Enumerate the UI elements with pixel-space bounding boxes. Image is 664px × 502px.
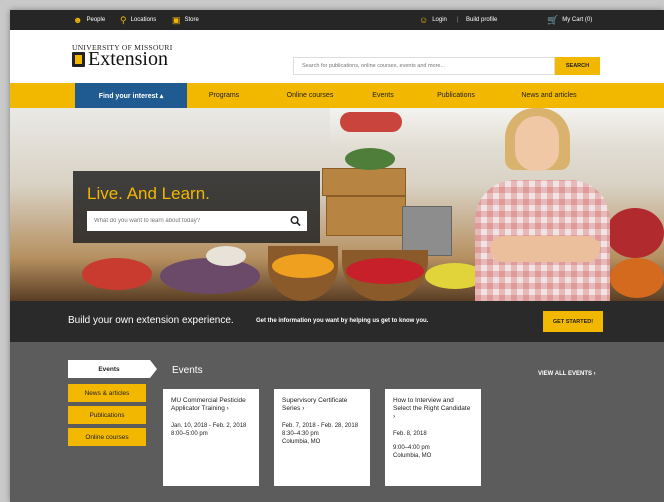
view-all-events-link[interactable]: VIEW ALL EVENTS › [538,371,596,377]
store-link[interactable]: ▣ Store [172,10,199,30]
metal-bucket [402,206,452,256]
nav-publications[interactable]: Publications [425,83,487,108]
build-profile-link[interactable]: Build profile [466,10,497,30]
people-icon: ☻ [73,14,83,25]
search-icon[interactable] [290,215,301,227]
build-profile-label: Build profile [466,17,498,23]
woman-arms [490,236,600,262]
nav-online-courses[interactable]: Online courses [272,83,348,108]
build-subtext: Get the information you want by helping … [256,318,429,324]
event-card[interactable]: Supervisory Certificate Series › Feb. 7,… [274,389,370,486]
produce-crate [326,196,406,236]
event-title[interactable]: MU Commercial Pesticide Applicator Train… [171,397,251,413]
locations-label: Locations [130,17,157,23]
search-input[interactable] [294,58,546,74]
woman-face [515,116,559,171]
cart-icon: 🛒 [547,14,559,25]
red-peppers [82,258,152,290]
event-location: Columbia, MO [282,439,321,445]
cart-label: My Cart (0) [562,17,593,23]
tab-events[interactable]: Events [68,360,157,378]
event-time: 8:00–5:00 pm [171,431,208,437]
tab-online-courses[interactable]: Online courses [68,428,146,446]
eggplant-mix [160,258,260,294]
event-dates: Feb. 7, 2018 - Feb. 28, 2018 [282,423,359,429]
radishes [606,208,664,258]
store-icon: ▣ [172,14,181,25]
cauliflower [206,246,246,266]
build-experience-bar: Build your own extension experience. Get… [10,301,664,342]
event-card[interactable]: How to Interview and Select the Right Ca… [385,389,481,486]
event-dates: Jan. 10, 2018 - Feb. 2, 2018 [171,423,247,429]
location-pin-icon: ⚲ [120,14,127,25]
search-box [293,57,555,75]
people-label: People [86,17,106,23]
greens [345,148,395,170]
logo-extension-text[interactable]: Extension [88,48,168,71]
hero-banner: Live. And Learn. [10,108,664,301]
utility-bar: ☻ People ⚲ Locations ▣ Store ☺ Login | B… [10,10,664,30]
store-label: Store [184,17,199,23]
locations-link[interactable]: ⚲ Locations [120,10,156,30]
user-icon: ☺ [419,14,429,25]
event-location: Columbia, MO [393,453,432,459]
event-title[interactable]: Supervisory Certificate Series › [282,397,362,413]
event-dates: Feb. 8, 2018 [393,431,427,437]
logo-icon [72,52,85,67]
red-tomatoes [346,258,424,284]
event-time: 9:00–4:00 pm [393,445,430,451]
tab-publications[interactable]: Publications [68,406,146,424]
site-header: UNIVERSITY OF MISSOURI Extension SEARCH [10,30,664,83]
events-heading: Events [172,365,203,376]
event-time: 8:30–4:30 pm [282,431,319,437]
event-title[interactable]: How to Interview and Select the Right Ca… [393,397,473,421]
get-started-button[interactable]: GET STARTED! [543,311,603,332]
hero-search-input[interactable] [87,211,287,231]
hero-title: Live. And Learn. [87,184,210,203]
event-card[interactable]: MU Commercial Pesticide Applicator Train… [163,389,259,486]
hero-search-panel: Live. And Learn. [73,171,320,243]
login-label: Login [432,17,447,23]
hanging-tomatoes [340,112,402,132]
events-section: Events News & articles Publications Onli… [10,342,664,502]
browser-page: ☻ People ⚲ Locations ▣ Store ☺ Login | B… [10,10,664,502]
yellow-peppers [272,254,334,278]
tab-news-articles[interactable]: News & articles [68,384,146,402]
carrots [610,258,664,298]
search-button[interactable]: SEARCH [555,57,600,75]
nav-programs[interactable]: Programs [194,83,254,108]
separator: | [457,17,459,23]
cart-link[interactable]: 🛒 My Cart (0) [547,10,592,30]
nav-find-interest[interactable]: Find your interest ▴ [75,83,187,108]
main-nav: Find your interest ▴ Programs Online cou… [10,83,664,108]
produce-crate [322,168,406,196]
build-heading: Build your own extension experience. [68,315,234,326]
people-link[interactable]: ☻ People [73,10,105,30]
hero-search-box [87,211,307,231]
nav-events[interactable]: Events [360,83,406,108]
nav-news-articles[interactable]: News and articles [506,83,592,108]
login-link[interactable]: ☺ Login [419,10,447,30]
